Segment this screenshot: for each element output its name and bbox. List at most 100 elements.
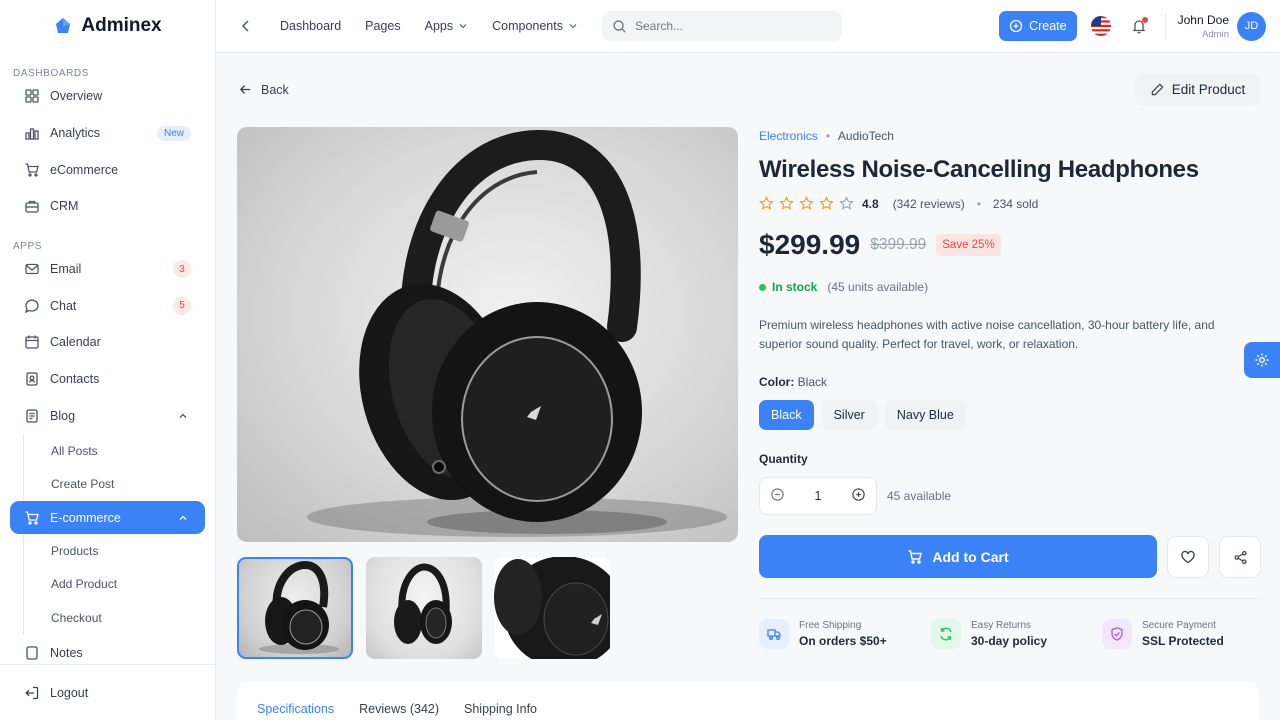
sidebar-subitem-all-posts[interactable]: All Posts [0, 434, 215, 468]
product-main-image[interactable] [237, 127, 738, 542]
product-title: Wireless Noise-Cancelling Headphones [759, 156, 1199, 183]
nav-label: Pages [365, 19, 401, 33]
product-meta: Electronics • AudioTech [759, 129, 894, 143]
nav-pages[interactable]: Pages [365, 19, 400, 33]
sidebar-subitem-checkout[interactable]: Checkout [0, 601, 215, 635]
logout-icon [24, 685, 40, 701]
nav-dashboard[interactable]: Dashboard [280, 19, 341, 33]
category-link[interactable]: Electronics [759, 129, 818, 143]
nav-apps[interactable]: Apps [425, 19, 469, 33]
heart-icon [1181, 550, 1195, 564]
review-count[interactable]: (342 reviews) [893, 197, 965, 211]
brand[interactable]: Adminex [0, 0, 215, 52]
sidebar-subitem-products[interactable]: Products [0, 534, 215, 568]
email-count-badge: 3 [173, 260, 191, 279]
calendar-icon [24, 334, 40, 350]
edit-product-button[interactable]: Edit Product [1135, 74, 1260, 105]
us-flag-icon[interactable] [1090, 16, 1111, 36]
feature-text: 30-day policy [971, 634, 1048, 648]
sidebar-item-overview[interactable]: Overview [0, 78, 215, 115]
shield-check-icon [1102, 619, 1132, 649]
topbar: Dashboard Pages Apps Components Create J… [216, 0, 1280, 53]
arrow-left-icon [239, 85, 251, 94]
chat-count-badge: 5 [173, 296, 191, 315]
sidebar-item-label: Notes [50, 646, 83, 661]
feature-secure-payment: Secure Payment SSL Protected [1102, 619, 1224, 649]
top-nav: Dashboard Pages Apps Components [280, 19, 602, 33]
feature-title: Free Shipping [799, 620, 862, 631]
sidebar-item-ecommerce-app[interactable]: E-commerce [10, 501, 205, 535]
color-option-black[interactable]: Black [759, 400, 814, 430]
share-button[interactable] [1219, 536, 1261, 578]
add-to-cart-button[interactable]: Add to Cart [759, 535, 1157, 578]
sidebar-item-contacts[interactable]: Contacts [0, 361, 215, 398]
tab-shipping-info[interactable]: Shipping Info [464, 702, 537, 716]
tab-reviews[interactable]: Reviews (342) [359, 702, 439, 716]
search-icon [613, 19, 626, 33]
user-info[interactable]: John Doe Admin [1164, 12, 1229, 40]
sidebar-item-chat[interactable]: Chat 5 [0, 287, 215, 324]
ecommerce-submenu: Products Add Product Checkout [0, 534, 215, 635]
plus-circle-icon[interactable] [851, 487, 866, 505]
feature-text: On orders $50+ [799, 634, 887, 648]
search-box[interactable] [601, 11, 842, 41]
mail-icon [24, 261, 40, 277]
settings-gear-icon[interactable] [1244, 342, 1280, 378]
back-link[interactable]: Back [238, 82, 289, 97]
current-price: $299.99 [759, 229, 861, 260]
color-option-navy-blue[interactable]: Navy Blue [884, 400, 966, 430]
color-options: Black Silver Navy Blue [759, 400, 966, 430]
star-icon [759, 196, 774, 210]
notification-bell-icon[interactable] [1129, 16, 1149, 36]
search-input[interactable] [634, 19, 815, 33]
cart-icon [908, 549, 923, 564]
back-label: Back [261, 82, 289, 97]
sidebar-item-analytics[interactable]: Analytics New [0, 115, 215, 152]
quantity-value[interactable]: 1 [815, 489, 822, 503]
product-thumbnail-2[interactable] [366, 557, 482, 659]
sidebar-item-label: Chat [50, 298, 77, 313]
nav-components[interactable]: Components [492, 19, 578, 33]
tab-specifications[interactable]: Specifications [257, 702, 334, 716]
section-apps: APPS [13, 240, 43, 252]
product-thumbnail-3[interactable] [494, 557, 610, 659]
sidebar-item-label: Email [50, 262, 82, 277]
sidebar-item-label: Overview [50, 89, 103, 104]
sidebar-item-calendar[interactable]: Calendar [0, 324, 215, 361]
sidebar-item-ecommerce[interactable]: eCommerce [0, 151, 215, 188]
sidebar-item-label: E-commerce [50, 510, 121, 525]
note-icon [24, 645, 40, 661]
color-label: Color: Black [759, 375, 827, 389]
stock-label: In stock [772, 280, 818, 294]
chevron-up-icon [175, 408, 191, 424]
sidebar-item-email[interactable]: Email 3 [0, 251, 215, 288]
rating-row: 4.8 (342 reviews) • 234 sold [759, 196, 1038, 211]
product-thumbnail-1[interactable] [237, 557, 353, 659]
user-role: Admin [1202, 28, 1229, 40]
collapse-sidebar-icon[interactable] [238, 18, 254, 34]
chevron-up-icon [175, 510, 191, 526]
minus-circle-icon[interactable] [770, 487, 785, 505]
sidebar-subitem-create-post[interactable]: Create Post [0, 468, 215, 502]
briefcase-icon [24, 198, 40, 214]
pencil-icon [1151, 83, 1164, 96]
sidebar-item-blog[interactable]: Blog [0, 398, 215, 435]
color-value: Black [797, 375, 828, 389]
sidebar-menu[interactable]: DASHBOARDS Overview Analytics New eComme… [0, 52, 215, 664]
plus-circle-icon [1009, 19, 1023, 33]
feature-free-shipping: Free Shipping On orders $50+ [759, 619, 887, 649]
sidebar-subitem-add-product[interactable]: Add Product [0, 568, 215, 602]
edit-label: Edit Product [1171, 82, 1246, 97]
separator-dot: • [825, 129, 830, 143]
sidebar-item-notes[interactable]: Notes [0, 635, 215, 664]
sidebar-item-crm[interactable]: CRM [0, 188, 215, 225]
stock-dot [759, 283, 766, 291]
color-label-text: Color: [759, 375, 795, 389]
create-button[interactable]: Create [999, 11, 1077, 41]
color-option-silver[interactable]: Silver [821, 400, 877, 430]
wishlist-button[interactable] [1167, 536, 1209, 578]
avatar[interactable]: JD [1237, 11, 1266, 41]
sidebar-item-label: Contacts [50, 372, 100, 387]
product-tabs-card: Specifications Reviews (342) Shipping In… [237, 682, 1259, 720]
logout-button[interactable]: Logout [0, 664, 215, 720]
